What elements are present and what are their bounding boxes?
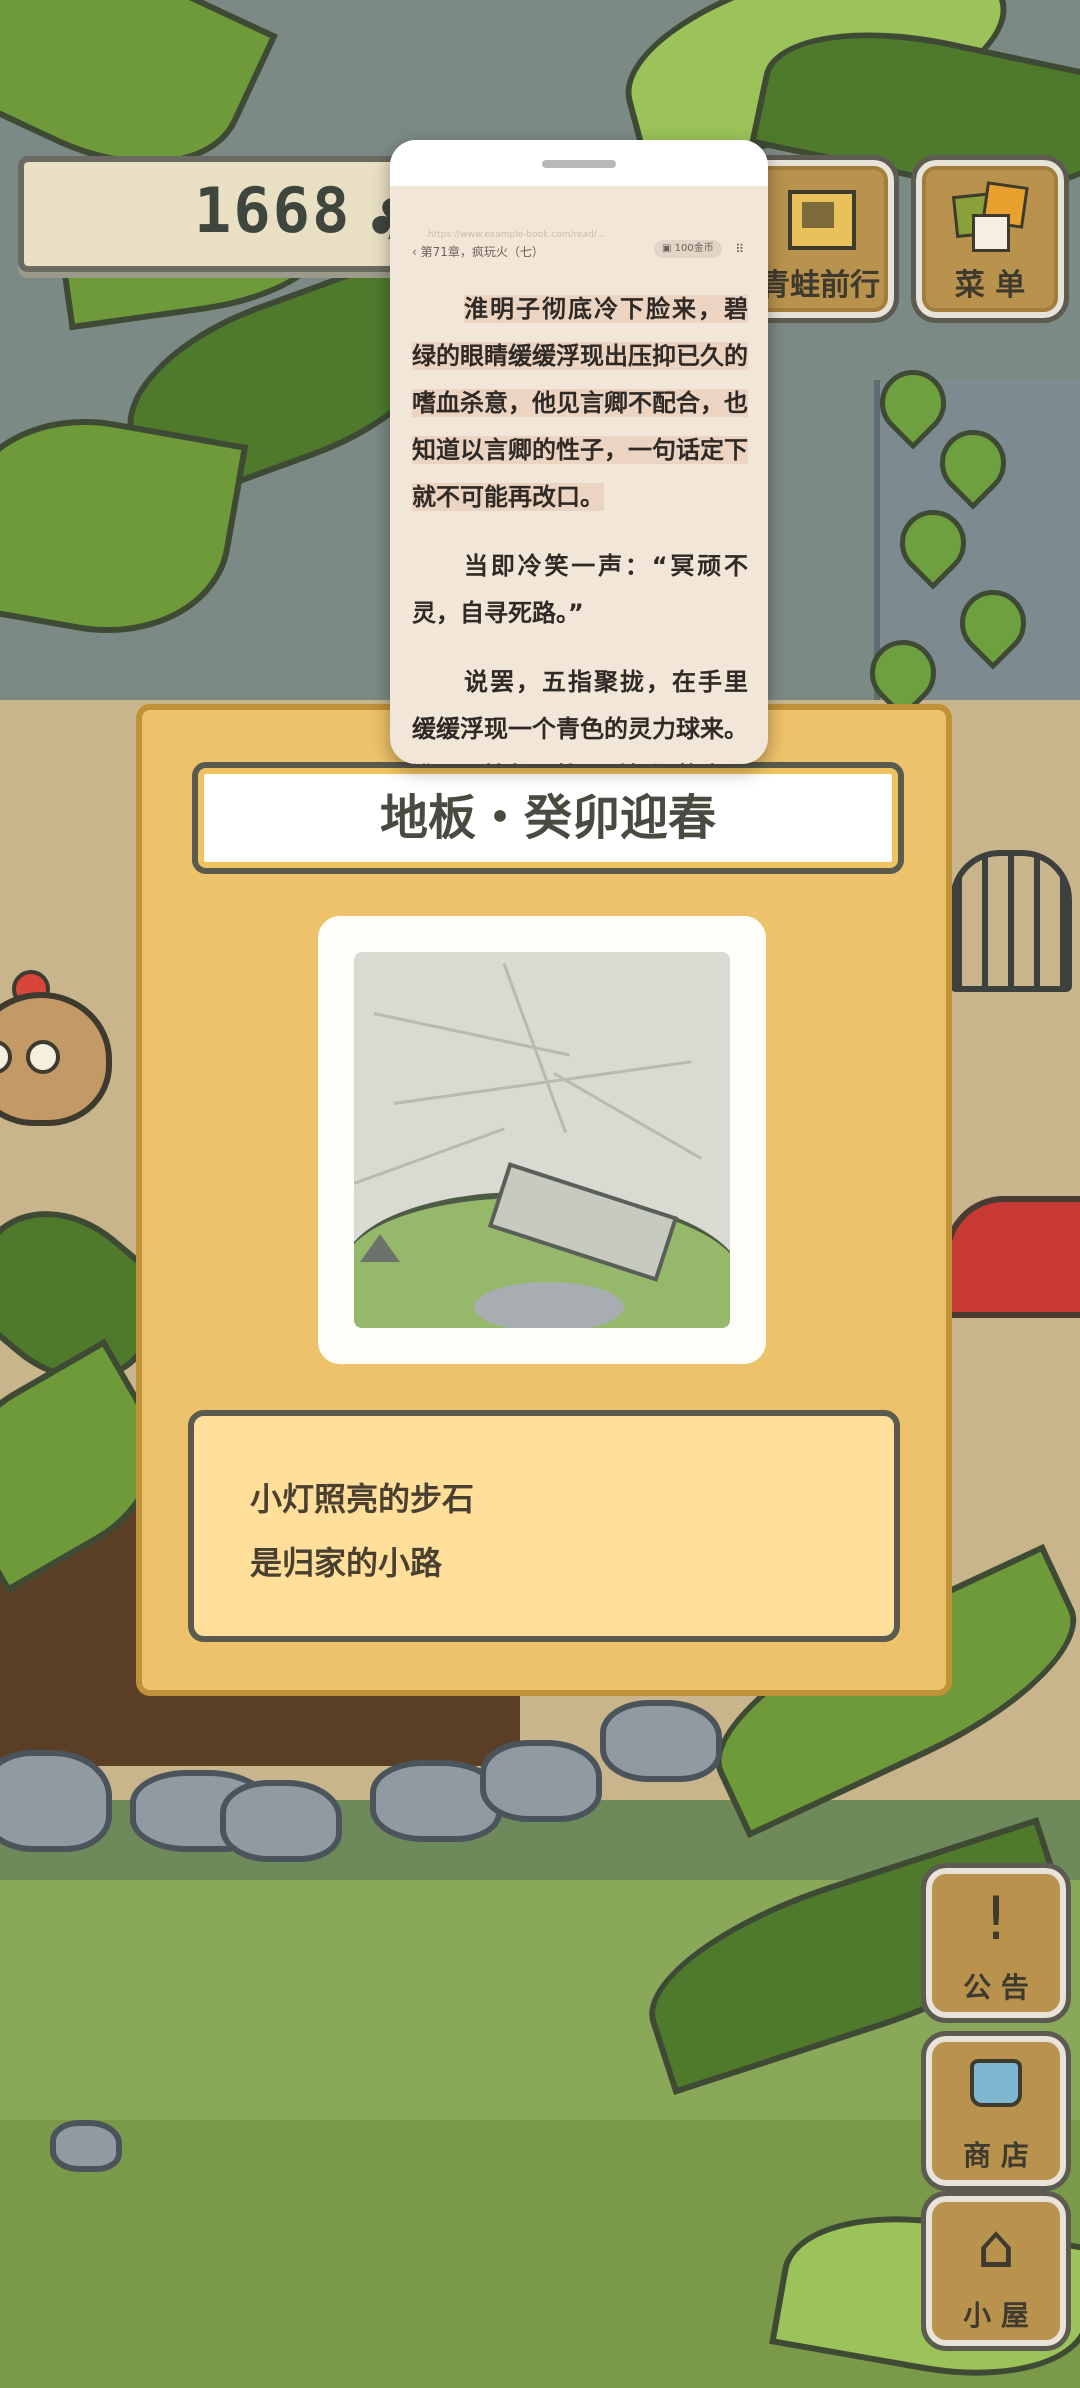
reader-drag-bar[interactable] xyxy=(390,140,768,186)
reader-url: https://www.example-book.com/read/... xyxy=(428,230,606,240)
floating-reader-window[interactable]: https://www.example-book.com/read/... ‹ … xyxy=(390,140,768,764)
stone xyxy=(0,1750,112,1852)
item-description-box: 小灯照亮的步石 是归家的小路 xyxy=(188,1410,900,1642)
pebble-shape xyxy=(474,1282,624,1328)
cage-decoration xyxy=(950,850,1072,992)
shop-label: 商 店 xyxy=(963,2139,1029,2172)
drag-handle[interactable] xyxy=(542,160,616,168)
paragraph: 说罢，五指聚拢，在手里缓缓浮现一个青色的灵力球来。淮明子擦长而笑，手捏间的金 xyxy=(412,668,748,764)
menu-label: 菜 单 xyxy=(954,268,1026,303)
clover-counter: 1668 ♣ xyxy=(18,156,442,272)
announcement-button[interactable]: ! 公 告 xyxy=(921,1863,1071,2023)
description-line: 小灯照亮的步石 xyxy=(250,1480,475,1518)
reader-text: 淮明子彻底冷下脸来，碧绿的眼睛缓缓浮现出压抑已久的嗜血杀意，他见言卿不配合，也知… xyxy=(412,250,748,764)
clover-count: 1668 xyxy=(194,174,352,247)
paragraph-highlighted: 淮明子彻底冷下脸来，碧绿的眼睛缓缓浮现出压抑已久的嗜血杀意，他见言卿不配合，也知… xyxy=(412,295,748,511)
house-icon: ⌂ xyxy=(976,2212,1016,2282)
character-eye xyxy=(26,1040,60,1074)
house-button[interactable]: ⌂ 小 屋 xyxy=(921,2191,1071,2351)
plant-character[interactable] xyxy=(0,940,112,1126)
stone xyxy=(480,1740,602,1822)
item-image-frame xyxy=(318,916,766,1364)
stone xyxy=(600,1700,722,1782)
frog-travel-button[interactable]: 青蛙前行 xyxy=(741,155,899,323)
map-icon xyxy=(784,184,856,250)
stone xyxy=(50,2120,122,2172)
stone xyxy=(220,1780,342,1862)
menu-icon xyxy=(951,181,1029,252)
paragraph: 当即冷笑一声：“冥顽不灵，自寻死路。” xyxy=(412,552,748,627)
mailbox[interactable] xyxy=(944,1196,1080,1318)
description-line: 是归家的小路 xyxy=(250,1544,443,1582)
shop-bag-icon xyxy=(932,2052,1060,2122)
frog-travel-label: 青蛙前行 xyxy=(760,268,880,303)
announcement-label: 公 告 xyxy=(963,1971,1029,2004)
shop-button[interactable]: 商 店 xyxy=(921,2031,1071,2191)
house-label: 小 屋 xyxy=(963,2299,1029,2332)
item-title: 地板・癸卯迎春 xyxy=(192,762,904,874)
floor-item-image xyxy=(354,952,730,1328)
exclamation-icon: ! xyxy=(983,1884,1009,1954)
menu-button[interactable]: 菜 单 xyxy=(911,155,1069,323)
item-detail-card: 地板・癸卯迎春 小灯照亮的步石 是归家的小路 xyxy=(136,704,952,1696)
